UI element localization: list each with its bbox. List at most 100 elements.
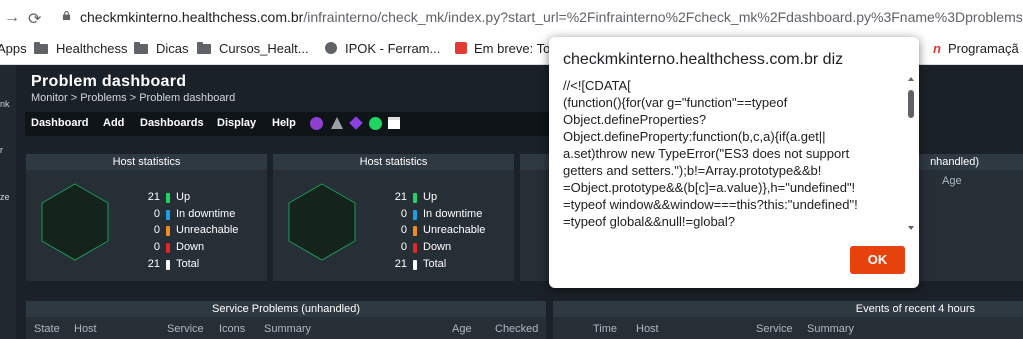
bookmark-cursos[interactable]: Cursos_Healt...: [197, 41, 309, 56]
events-dashlet: Events of recent 4 hours Time Host Servi…: [553, 301, 1023, 339]
bookmark-apps[interactable]: Apps: [0, 41, 27, 56]
globe-icon: [325, 42, 337, 54]
dashlet-title-text: Events of recent 4 hours: [855, 303, 975, 315]
folder-icon: [134, 42, 148, 54]
app-icon: n: [933, 41, 941, 56]
dashlet-title: Service Problems (unhandled): [26, 301, 546, 317]
bookmark-label: Programaçã: [947, 41, 1019, 56]
column-header-host[interactable]: Host: [636, 323, 659, 335]
stat-count: 0: [153, 208, 160, 220]
menu-dashboard[interactable]: Dashboard: [31, 117, 88, 129]
stat-count: 21: [147, 191, 160, 203]
column-header-summary[interactable]: Summary: [264, 323, 311, 335]
dialog-line: a.set)throw new TypeError("ES3 does not …: [563, 146, 850, 161]
menu-add[interactable]: Add: [103, 117, 124, 129]
column-header-time[interactable]: Time: [593, 323, 617, 335]
status-bar-downtime: [413, 210, 417, 220]
bookmark-dicas[interactable]: Dicas: [134, 41, 189, 56]
scroll-thumb[interactable]: [908, 90, 914, 118]
column-header-checked[interactable]: Checked: [495, 323, 538, 335]
dialog-title: checkmkinterno.healthchess.com.br diz: [563, 51, 844, 68]
stat-count: 0: [400, 224, 407, 236]
stat-label: Unreachable: [423, 224, 486, 236]
status-bar-unreachable: [413, 226, 417, 236]
status-bar-down: [166, 243, 170, 253]
scroll-down-icon[interactable]: [908, 226, 914, 230]
scroll-up-icon[interactable]: [908, 77, 914, 81]
stat-label: Total: [423, 258, 447, 270]
bookmark-em-breve[interactable]: Em breve: Tod: [455, 41, 558, 56]
url-field[interactable]: checkmkinterno.healthchess.com.br/infrai…: [80, 9, 1023, 25]
globe-icon[interactable]: [310, 117, 323, 130]
host-hexagon-chart[interactable]: [40, 182, 110, 262]
bookmark-label: Dicas: [156, 41, 189, 56]
dashlet-title: Host statistics: [26, 154, 267, 170]
menu-display[interactable]: Display: [217, 117, 256, 129]
menu-help[interactable]: Help: [272, 117, 296, 129]
bookmark-ipok[interactable]: IPOK - Ferram...: [325, 41, 440, 56]
dialog-line: Object.defineProperties?: [563, 112, 707, 127]
sidebar: nk r ze: [0, 65, 16, 339]
stat-count: 0: [153, 224, 160, 236]
dialog-line: =typeof global&&null!=global?: [563, 214, 736, 229]
dialog-line: =Object.prototype&&(b[c]=a.value)},h="un…: [563, 180, 856, 195]
sidebar-snippet[interactable]: nk: [0, 99, 10, 109]
column-header-icons[interactable]: Icons: [219, 323, 245, 335]
url-domain: checkmkinterno.healthchess.com.br: [80, 9, 304, 25]
column-header-service[interactable]: Service: [167, 323, 204, 335]
column-header-age[interactable]: Age: [452, 323, 472, 335]
lock-icon[interactable]: [62, 11, 71, 20]
stat-label: Up: [423, 191, 438, 203]
calendar-icon[interactable]: [388, 117, 400, 129]
service-problems-dashlet: Service Problems (unhandled) State Host …: [26, 301, 546, 339]
column-header-summary[interactable]: Summary: [807, 323, 854, 335]
status-bar-total: [166, 260, 170, 270]
sidebar-snippet[interactable]: ze: [0, 192, 10, 202]
host-hexagon-chart[interactable]: [287, 182, 357, 262]
dashlet-title-text: nhandled): [930, 156, 979, 168]
stat-label: Unreachable: [176, 224, 239, 236]
menu-dashboards[interactable]: Dashboards: [140, 117, 204, 129]
reload-icon[interactable]: ⟳: [28, 9, 41, 29]
cube-icon[interactable]: [349, 116, 363, 130]
dialog-scrollbar[interactable]: [907, 77, 915, 230]
dialog-line: =typeof window&&window===this?this:"unde…: [563, 197, 858, 212]
warning-icon[interactable]: [331, 117, 343, 129]
bookmark-label: Em breve: Tod: [474, 41, 558, 56]
bookmark-label: Cursos_Healt...: [219, 41, 309, 56]
folder-icon: [34, 42, 48, 54]
host-statistics-dashlet: Host statistics 21 Up 0 In downtime 0 Unrea…: [273, 154, 514, 281]
host-statistics-dashlet: Host statistics 21 Up 0 In downtime 0 Unrea…: [26, 154, 267, 281]
dialog-line: Object.defineProperty:function(b,c,a){if…: [563, 129, 826, 144]
folder-icon: [197, 42, 211, 54]
bookmark-label: Healthchess: [56, 41, 128, 56]
column-header-state[interactable]: State: [34, 323, 60, 335]
forward-icon[interactable]: →: [4, 9, 20, 27]
stat-label: Up: [176, 191, 191, 203]
stat-count: 0: [400, 208, 407, 220]
status-bar-total: [413, 260, 417, 270]
stat-count: 21: [394, 258, 407, 270]
column-header-host[interactable]: Host: [74, 323, 97, 335]
column-header-age[interactable]: Age: [942, 175, 962, 187]
stat-label: In downtime: [176, 208, 236, 220]
dialog-line: (function(){for(var g="function"==typeof: [563, 95, 788, 110]
breadcrumb: Monitor > Problems > Problem dashboard: [31, 92, 236, 104]
stat-count: 21: [147, 258, 160, 270]
bookmark-healthchess[interactable]: Healthchess: [34, 41, 128, 56]
column-header-service[interactable]: Service: [756, 323, 793, 335]
bookmark-programacao[interactable]: n Programaçã: [933, 41, 1019, 56]
bookmark-label: Apps: [0, 41, 27, 56]
dialog-message: //<![CDATA[ (function(){for(var g="funct…: [563, 77, 901, 230]
app-icon: [455, 42, 467, 54]
stat-label: In downtime: [423, 208, 483, 220]
dialog-line: //<![CDATA[: [563, 78, 631, 93]
alert-dialog: checkmkinterno.healthchess.com.br diz //…: [549, 37, 919, 288]
status-bar-downtime: [166, 210, 170, 220]
dialog-line: getters and setters.");b!=Array.prototyp…: [563, 163, 822, 178]
sidebar-snippet[interactable]: r: [0, 145, 3, 155]
ok-button[interactable]: OK: [850, 246, 905, 274]
page-title: Problem dashboard: [31, 73, 187, 90]
spotify-icon[interactable]: [369, 117, 382, 130]
menu-bar: Dashboard Add Dashboards Display Help: [25, 112, 565, 136]
